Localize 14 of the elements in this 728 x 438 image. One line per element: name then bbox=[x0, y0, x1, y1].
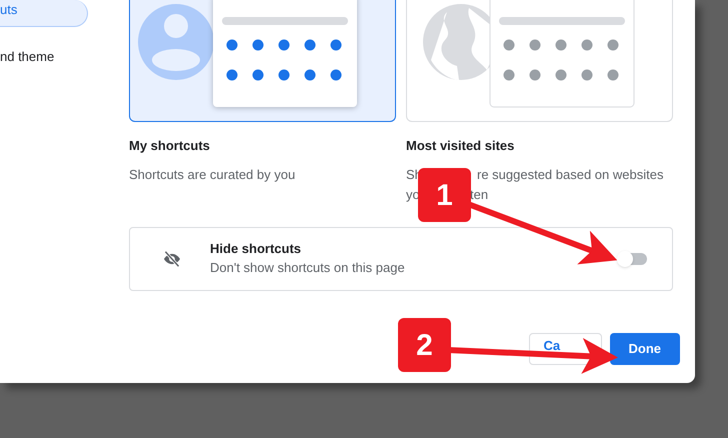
option-description: re suggested based on websites bbox=[476, 166, 664, 184]
sidebar-item[interactable]: uts bbox=[0, 0, 88, 27]
option-description: ten bbox=[470, 186, 488, 204]
step-number-badge: 2 bbox=[398, 318, 451, 372]
sidebar-item[interactable]: nd theme bbox=[0, 47, 88, 71]
setting-description: Don't show shortcuts on this page bbox=[210, 259, 405, 277]
hidden-eye-icon bbox=[163, 251, 181, 267]
option-description: Shortcuts are curated by you bbox=[129, 166, 296, 184]
setting-title: Hide shortcuts bbox=[210, 240, 302, 258]
toggle-switch[interactable] bbox=[617, 251, 649, 267]
option-title: Most visited sites bbox=[406, 138, 516, 154]
step-number-badge: 1 bbox=[418, 168, 471, 222]
done-button[interactable]: Done bbox=[610, 333, 680, 365]
option-title: My shortcuts bbox=[129, 138, 211, 154]
